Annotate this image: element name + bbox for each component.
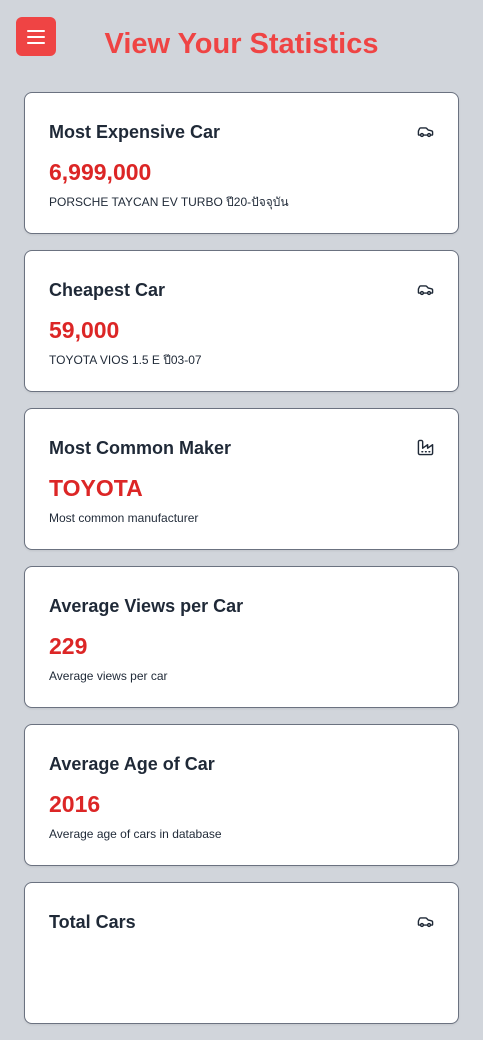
stat-card-most-common-maker: Most Common Maker TOYOTA Most common man… (24, 408, 459, 550)
stat-card-most-expensive-car: Most Expensive Car 6,999,000 PORSCHE TAY… (24, 92, 459, 234)
stat-card-average-age: Average Age of Car 2016 Average age of c… (24, 724, 459, 866)
page-title: View Your Statistics (104, 28, 379, 60)
car-icon (417, 123, 434, 140)
factory-icon (417, 439, 434, 456)
card-value: 2016 (49, 791, 101, 817)
card-description: Most common manufacturer (49, 511, 199, 525)
card-description: PORSCHE TAYCAN EV TURBO ปี20-ปัจจุบัน (49, 195, 289, 209)
card-value: 59,000 (49, 317, 120, 343)
stat-card-total-cars: Total Cars (24, 882, 459, 1024)
car-icon (417, 281, 434, 298)
card-value: 6,999,000 (49, 159, 152, 185)
card-value: 229 (49, 633, 88, 659)
card-value: TOYOTA (49, 475, 143, 501)
stat-card-cheapest-car: Cheapest Car 59,000 TOYOTA VIOS 1.5 E ปี… (24, 250, 459, 392)
card-description: Average views per car (49, 669, 168, 683)
card-title: Total Cars (49, 912, 136, 932)
card-title: Average Views per Car (49, 596, 244, 616)
card-title: Cheapest Car (49, 280, 166, 300)
stat-card-average-views: Average Views per Car 229 Average views … (24, 566, 459, 708)
card-description: Average age of cars in database (49, 827, 222, 841)
card-title: Most Expensive Car (49, 122, 221, 142)
card-title: Most Common Maker (49, 438, 232, 458)
car-icon (417, 913, 434, 930)
card-description: TOYOTA VIOS 1.5 E ปี03-07 (49, 353, 202, 367)
statistics-list: Most Expensive Car 6,999,000 PORSCHE TAY… (24, 92, 459, 1040)
card-title: Average Age of Car (49, 754, 215, 774)
